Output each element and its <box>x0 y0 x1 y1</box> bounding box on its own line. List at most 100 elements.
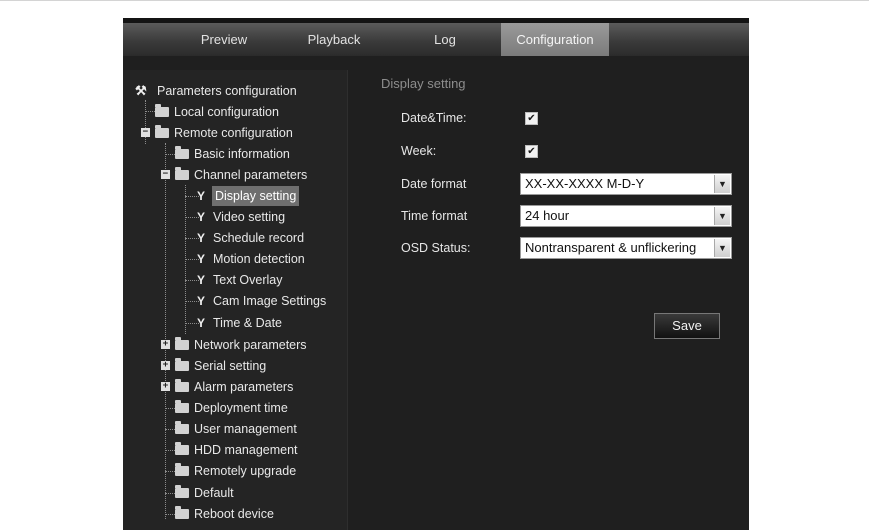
wrench-icon: Y <box>196 316 205 330</box>
chevron-down-icon[interactable]: ▼ <box>714 175 730 193</box>
tree-item-user-management[interactable]: User management <box>175 419 298 439</box>
folder-icon <box>175 167 189 180</box>
tree-item-label: Deployment time <box>194 401 288 415</box>
tree-item-display-setting[interactable]: Y Display setting <box>195 186 300 206</box>
wrench-icon: Y <box>196 273 205 287</box>
section-title: Display setting <box>381 76 466 91</box>
week-label: Week: <box>401 144 437 158</box>
tree-item-basic-information[interactable]: Basic information <box>175 144 291 164</box>
chevron-down-icon[interactable]: ▼ <box>714 207 730 225</box>
save-button[interactable]: Save <box>654 313 720 339</box>
folder-icon <box>175 337 189 350</box>
collapse-channel-toggle[interactable]: − <box>161 170 170 179</box>
wrench-icon: Y <box>196 294 205 308</box>
tree-item-motion-detection[interactable]: Y Motion detection <box>195 249 306 269</box>
time-format-value: 24 hour <box>525 208 570 223</box>
tab-log[interactable]: Log <box>409 23 481 56</box>
app-window: Preview Playback Log Configuration − − +… <box>123 18 749 530</box>
date-format-label: Date format <box>401 177 467 191</box>
date-time-label: Date&Time: <box>401 111 467 125</box>
tree-line <box>145 100 146 144</box>
tree-item-label: Network parameters <box>194 338 307 352</box>
expand-alarm-toggle[interactable]: + <box>161 382 170 391</box>
tree-item-label: Alarm parameters <box>194 380 294 394</box>
tree-item-local-configuration[interactable]: Local configuration <box>155 102 280 122</box>
config-tree: − − + + + ⚒ Parameters configuration Loc… <box>123 70 348 530</box>
tree-item-reboot-device[interactable]: Reboot device <box>175 504 275 524</box>
osd-status-label: OSD Status: <box>401 241 471 255</box>
tree-line <box>165 471 175 472</box>
tree-item-video-setting[interactable]: Y Video setting <box>195 207 286 227</box>
tree-item-remotely-upgrade[interactable]: Remotely upgrade <box>175 461 297 481</box>
display-setting-panel: Display setting Date&Time: ✔ Week: ✔ Dat… <box>348 70 749 530</box>
wrench-icon: Y <box>196 210 205 224</box>
folder-icon <box>175 463 189 476</box>
tree-root-label: Parameters configuration <box>157 84 297 98</box>
tree-line <box>165 408 175 409</box>
tree-item-label: Motion detection <box>213 252 305 266</box>
tree-item-serial-setting[interactable]: Serial setting <box>175 356 267 376</box>
collapse-remote-toggle[interactable]: − <box>141 128 150 137</box>
folder-icon <box>175 485 189 498</box>
folder-icon <box>175 421 189 434</box>
tree-item-cam-image-settings[interactable]: Y Cam Image Settings <box>195 291 327 311</box>
folder-icon <box>175 442 189 455</box>
date-format-select[interactable]: XX-XX-XXXX M-D-Y ▼ <box>520 173 732 195</box>
osd-status-value: Nontransparent & unflickering <box>525 240 697 255</box>
folder-icon <box>175 146 189 159</box>
osd-status-select[interactable]: Nontransparent & unflickering ▼ <box>520 237 732 259</box>
tree-item-network-parameters[interactable]: Network parameters <box>175 335 308 355</box>
tree-item-label: User management <box>194 422 297 436</box>
tree-item-label: Remotely upgrade <box>194 464 297 478</box>
expand-network-toggle[interactable]: + <box>161 340 170 349</box>
folder-icon <box>175 400 189 413</box>
folder-icon <box>175 379 189 392</box>
tree-item-time-date[interactable]: Y Time & Date <box>195 313 283 333</box>
wrench-icon: Y <box>196 231 205 245</box>
tree-line <box>165 154 175 155</box>
tree-item-label: Text Overlay <box>213 273 283 287</box>
tab-configuration[interactable]: Configuration <box>501 23 609 56</box>
tree-line <box>165 143 166 519</box>
tree-item-label: HDD management <box>194 443 298 457</box>
tree-root[interactable]: ⚒ Parameters configuration <box>135 81 298 101</box>
wrench-icon: Y <box>196 252 205 266</box>
wrench-icon: Y <box>196 189 205 203</box>
tree-line <box>165 493 175 494</box>
tree-item-channel-parameters[interactable]: Channel parameters <box>175 165 308 185</box>
folder-icon <box>155 125 169 138</box>
tree-item-remote-configuration[interactable]: Remote configuration <box>155 123 294 143</box>
tree-item-deployment-time[interactable]: Deployment time <box>175 398 289 418</box>
tree-item-hdd-management[interactable]: HDD management <box>175 440 299 460</box>
tree-item-label: Local configuration <box>174 105 279 119</box>
tree-item-text-overlay[interactable]: Y Text Overlay <box>195 270 283 290</box>
tree-line <box>165 450 175 451</box>
folder-icon <box>155 104 169 117</box>
wrench-pair-icon: ⚒ <box>135 83 147 98</box>
week-checkbox[interactable]: ✔ <box>525 145 538 158</box>
tree-item-default[interactable]: Default <box>175 483 235 503</box>
tree-item-label: Basic information <box>194 147 290 161</box>
chevron-down-icon[interactable]: ▼ <box>714 239 730 257</box>
time-format-select[interactable]: 24 hour ▼ <box>520 205 732 227</box>
tree-item-label: Default <box>194 486 234 500</box>
tab-playback[interactable]: Playback <box>293 23 375 56</box>
tree-item-label: Reboot device <box>194 507 274 521</box>
tab-bar: Preview Playback Log Configuration <box>123 18 749 56</box>
tab-preview[interactable]: Preview <box>181 23 267 56</box>
tree-item-label: Serial setting <box>194 359 267 373</box>
folder-icon <box>175 358 189 371</box>
date-format-value: XX-XX-XXXX M-D-Y <box>525 176 645 191</box>
top-divider <box>0 0 869 1</box>
date-time-checkbox[interactable]: ✔ <box>525 112 538 125</box>
tree-line <box>165 429 175 430</box>
tree-item-label: Schedule record <box>213 231 305 245</box>
tree-item-label: Channel parameters <box>194 168 308 182</box>
tree-item-label: Display setting <box>212 186 300 206</box>
tree-item-label: Remote configuration <box>174 126 293 140</box>
tree-item-schedule-record[interactable]: Y Schedule record <box>195 228 305 248</box>
expand-serial-toggle[interactable]: + <box>161 361 170 370</box>
tree-item-label: Video setting <box>213 210 286 224</box>
tree-item-alarm-parameters[interactable]: Alarm parameters <box>175 377 294 397</box>
tree-item-label: Cam Image Settings <box>213 294 327 308</box>
